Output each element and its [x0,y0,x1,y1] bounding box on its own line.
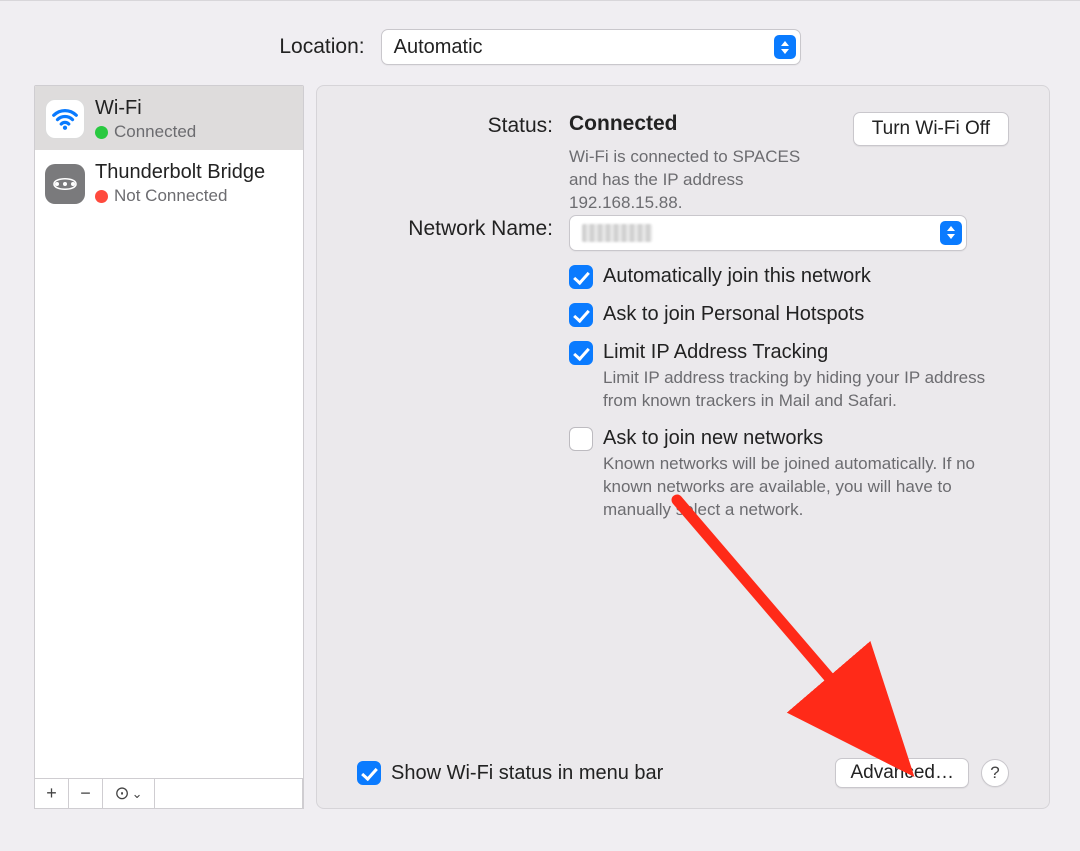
status-description: Wi-Fi is connected to SPACES and has the… [569,146,833,215]
ask-new-networks-label: Ask to join new networks [603,427,823,450]
show-wifi-menubar-label: Show Wi-Fi status in menu bar [391,762,663,785]
popup-arrows-icon [940,221,962,245]
more-actions-button[interactable]: ⊙ ⌄ [103,779,155,808]
thunderbolt-bridge-icon [45,164,85,204]
service-item-thunderbolt[interactable]: Thunderbolt Bridge Not Connected [35,150,303,214]
help-button[interactable]: ? [981,759,1009,787]
status-dot-icon [95,190,108,203]
ask-new-networks-description: Known networks will be joined automatica… [603,453,1009,522]
auto-join-label: Automatically join this network [603,265,871,288]
network-name-popup[interactable] [569,215,967,251]
service-status: Not Connected [114,186,227,206]
annotation-arrow-icon [671,494,931,784]
network-name-label: Network Name: [357,215,553,251]
status-dot-icon [95,126,108,139]
network-sidebar: Wi-Fi Connected [34,85,304,809]
remove-service-button[interactable]: − [69,779,103,808]
location-value: Automatic [394,36,483,59]
limit-ip-description: Limit IP address tracking by hiding your… [603,367,1009,413]
turn-wifi-off-button[interactable]: Turn Wi-Fi Off [853,112,1009,146]
limit-ip-label: Limit IP Address Tracking [603,341,828,364]
ask-hotspots-label: Ask to join Personal Hotspots [603,303,864,326]
show-wifi-menubar-checkbox[interactable] [357,761,381,785]
limit-ip-checkbox[interactable] [569,341,593,365]
advanced-button[interactable]: Advanced… [835,758,969,788]
ask-new-networks-checkbox[interactable] [569,427,593,451]
service-name: Wi-Fi [95,96,196,120]
more-icon: ⊙ [115,783,130,804]
add-service-button[interactable]: + [35,779,69,808]
status-value: Connected [569,112,833,136]
status-label: Status: [357,112,553,215]
service-name: Thunderbolt Bridge [95,160,265,184]
sidebar-action-bar: + − ⊙ ⌄ [34,779,304,809]
service-status: Connected [114,122,196,142]
wifi-icon [45,99,85,139]
popup-arrows-icon [774,35,796,59]
chevron-down-icon: ⌄ [132,786,143,802]
service-item-wifi[interactable]: Wi-Fi Connected [35,86,303,150]
auto-join-checkbox[interactable] [569,265,593,289]
location-label: Location: [279,35,364,59]
location-popup[interactable]: Automatic [381,29,801,65]
ask-hotspots-checkbox[interactable] [569,303,593,327]
wifi-settings-panel: Status: Connected Wi-Fi is connected to … [316,85,1050,809]
network-name-value [582,224,652,242]
service-list: Wi-Fi Connected [34,85,304,779]
